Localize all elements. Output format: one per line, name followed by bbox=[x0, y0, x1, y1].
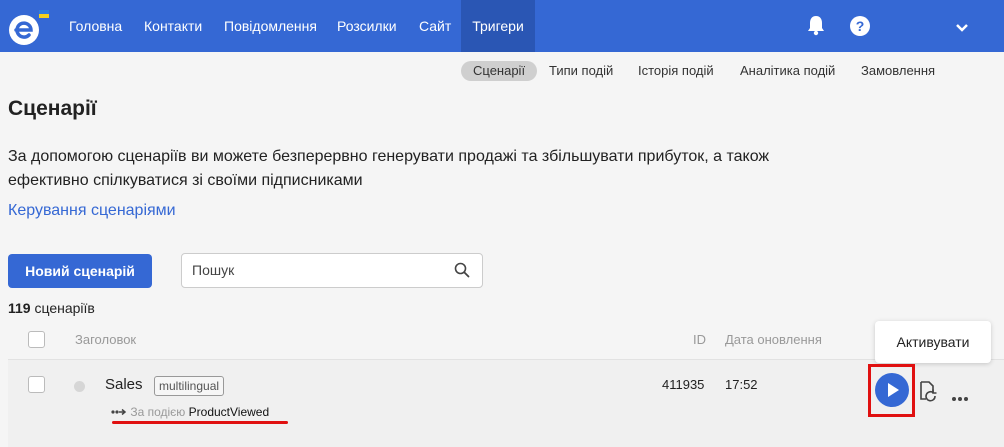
scenario-tag: multilingual bbox=[154, 376, 225, 396]
scenario-count-number: 119 bbox=[8, 300, 31, 316]
nav-site[interactable]: Сайт bbox=[419, 0, 451, 52]
logo-icon[interactable] bbox=[6, 8, 49, 48]
trigger-label: За подією bbox=[130, 405, 186, 419]
row-checkbox[interactable] bbox=[28, 376, 45, 393]
status-indicator bbox=[74, 381, 85, 392]
search-icon[interactable] bbox=[454, 262, 470, 283]
highlight-underline bbox=[112, 421, 288, 424]
svg-text:?: ? bbox=[856, 18, 865, 34]
nav-triggers[interactable]: Тригери bbox=[461, 0, 535, 52]
scenario-title[interactable]: Sales bbox=[105, 376, 143, 393]
page-title: Сценарії bbox=[8, 97, 97, 120]
trigger-arrow-icon bbox=[111, 405, 130, 419]
scenario-updated: 17:52 bbox=[725, 377, 758, 392]
table-row[interactable]: Sales multilingual За подією ProductView… bbox=[8, 359, 1004, 447]
scenario-count: 119 сценаріїв bbox=[8, 300, 95, 316]
top-navigation: Головна Контакти Повідомлення Розсилки С… bbox=[0, 0, 1004, 52]
help-icon[interactable]: ? bbox=[850, 16, 870, 41]
activate-play-button[interactable] bbox=[875, 373, 909, 407]
new-scenario-button[interactable]: Новий сценарій bbox=[8, 254, 152, 288]
trigger-info: За подією ProductViewed bbox=[111, 405, 269, 419]
trigger-event: ProductViewed bbox=[188, 405, 270, 419]
bell-icon[interactable] bbox=[806, 14, 826, 41]
nav-messages[interactable]: Повідомлення bbox=[224, 0, 317, 52]
copy-restore-icon[interactable] bbox=[918, 380, 938, 409]
nav-contacts[interactable]: Контакти bbox=[144, 0, 202, 52]
search-input[interactable] bbox=[192, 262, 442, 278]
more-options-icon[interactable] bbox=[951, 389, 969, 407]
scenario-count-label: сценаріїв bbox=[34, 300, 95, 316]
manage-scenarios-link[interactable]: Керування сценаріями bbox=[8, 202, 176, 220]
column-header-title[interactable]: Заголовок bbox=[75, 332, 136, 347]
tab-orders[interactable]: Замовлення bbox=[861, 61, 935, 81]
tab-scenarios[interactable]: Сценарії bbox=[461, 61, 538, 81]
nav-mailings[interactable]: Розсилки bbox=[337, 0, 397, 52]
column-header-updated[interactable]: Дата оновлення bbox=[725, 332, 822, 347]
tab-event-types[interactable]: Типи подій bbox=[549, 61, 613, 81]
page-description: За допомогою сценаріїв ви можете безпере… bbox=[8, 148, 770, 189]
activate-tooltip: Активувати bbox=[875, 321, 991, 363]
tab-event-analytics[interactable]: Аналітика подій bbox=[740, 61, 835, 81]
play-icon bbox=[888, 383, 899, 397]
chevron-down-icon[interactable] bbox=[955, 20, 969, 38]
nav-home[interactable]: Головна bbox=[69, 0, 122, 52]
select-all-checkbox[interactable] bbox=[28, 331, 45, 348]
search-box bbox=[181, 253, 483, 288]
tab-event-history[interactable]: Історія подій bbox=[638, 61, 714, 81]
column-header-id[interactable]: ID bbox=[693, 332, 706, 347]
scenario-id: 411935 bbox=[662, 377, 705, 392]
